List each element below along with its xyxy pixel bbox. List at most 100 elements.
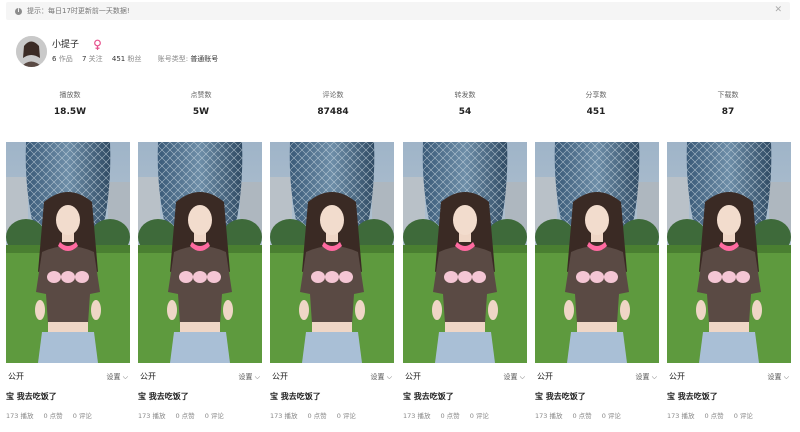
- metric-shares: 分享数 451: [546, 90, 646, 117]
- comment-count: 0 评论: [336, 412, 356, 420]
- settings-dropdown[interactable]: 设置 ⌵: [238, 372, 260, 382]
- play-count: 173 播放: [138, 412, 166, 420]
- comment-count: 0 评论: [733, 412, 753, 420]
- video-stats: 173 播放 0 点赞 0 评论: [6, 410, 102, 420]
- video-card[interactable]: 公开 设置 ⌵ 宝 我去吃饭了 173 播放 0 点赞 0 评论: [6, 142, 130, 422]
- metric-value: 54: [458, 107, 472, 117]
- comment-count: 0 评论: [204, 412, 224, 420]
- chevron-down-icon: ⌵: [651, 373, 657, 381]
- video-title: 宝 我去吃饭了: [667, 392, 718, 401]
- video-thumbnail[interactable]: [6, 142, 130, 363]
- video-card[interactable]: 公开 设置 ⌵ 宝 我去吃饭了 173 播放 0 点赞 0 评论: [667, 142, 791, 422]
- like-count: 0 点赞: [440, 412, 460, 420]
- like-count: 0 点赞: [307, 412, 327, 420]
- like-count: 0 点赞: [175, 412, 195, 420]
- metric-forwards: 转发数 54: [415, 90, 515, 117]
- visibility-status: 公开: [8, 372, 24, 381]
- settings-label: 设置: [503, 373, 518, 381]
- settings-label: 设置: [106, 373, 121, 381]
- metric-label: 分享数: [585, 91, 607, 99]
- chevron-down-icon: ⌵: [254, 373, 260, 381]
- video-title: 宝 我去吃饭了: [6, 392, 57, 401]
- metric-label: 评论数: [322, 91, 344, 99]
- profile-stats: 6 作品 7 关注 451 粉丝 账号类型: 普通账号: [52, 54, 218, 64]
- video-thumbnail[interactable]: [667, 142, 791, 363]
- video-thumbnail[interactable]: [535, 142, 659, 363]
- video-title: 宝 我去吃饭了: [535, 392, 586, 401]
- video-card[interactable]: 公开 设置 ⌵ 宝 我去吃饭了 173 播放 0 点赞 0 评论: [138, 142, 262, 422]
- metric-value: 87484: [317, 107, 349, 117]
- metric-value: 451: [586, 107, 606, 117]
- video-title: 宝 我去吃饭了: [138, 392, 189, 401]
- video-stats: 173 播放 0 点赞 0 评论: [138, 410, 234, 420]
- chevron-down-icon: ⌵: [783, 373, 789, 381]
- username: 小提子: [52, 40, 80, 50]
- visibility-status: 公开: [669, 372, 685, 381]
- metric-value: 87: [721, 107, 735, 117]
- settings-dropdown[interactable]: 设置 ⌵: [503, 372, 525, 382]
- video-thumbnail[interactable]: [403, 142, 527, 363]
- settings-dropdown[interactable]: 设置 ⌵: [767, 372, 789, 382]
- settings-dropdown[interactable]: 设置 ⌵: [635, 372, 657, 382]
- info-icon: i: [15, 7, 22, 15]
- video-stats: 173 播放 0 点赞 0 评论: [667, 410, 763, 420]
- comment-count: 0 评论: [469, 412, 489, 420]
- metric-value: 18.5W: [53, 107, 87, 117]
- notice-bar: i 提示：每日17时更新前一天数据! ✕: [6, 2, 790, 20]
- settings-label: 设置: [635, 373, 650, 381]
- metric-label: 下载数: [717, 91, 739, 99]
- comment-count: 0 评论: [601, 412, 621, 420]
- followers-count: 451: [111, 55, 126, 63]
- video-card[interactable]: 公开 设置 ⌵ 宝 我去吃饭了 173 播放 0 点赞 0 评论: [535, 142, 659, 422]
- followers-label: 粉丝: [127, 55, 142, 63]
- metric-likes: 点赞数 5W: [151, 90, 251, 117]
- metric-label: 转发数: [454, 91, 476, 99]
- video-card[interactable]: 公开 设置 ⌵ 宝 我去吃饭了 173 播放 0 点赞 0 评论: [270, 142, 394, 422]
- female-icon: [93, 36, 102, 55]
- account-type-label: 账号类型:: [157, 55, 189, 63]
- avatar[interactable]: [16, 36, 47, 67]
- chevron-down-icon: ⌵: [386, 373, 392, 381]
- visibility-status: 公开: [140, 372, 156, 381]
- metric-label: 点赞数: [190, 91, 212, 99]
- video-title: 宝 我去吃饭了: [403, 392, 454, 401]
- works-label: 作品: [58, 55, 73, 63]
- following-label: 关注: [88, 55, 103, 63]
- settings-label: 设置: [370, 373, 385, 381]
- video-title: 宝 我去吃饭了: [270, 392, 321, 401]
- like-count: 0 点赞: [572, 412, 592, 420]
- video-stats: 173 播放 0 点赞 0 评论: [270, 410, 366, 420]
- visibility-status: 公开: [537, 372, 553, 381]
- settings-dropdown[interactable]: 设置 ⌵: [106, 372, 128, 382]
- video-thumbnail[interactable]: [138, 142, 262, 363]
- chevron-down-icon: ⌵: [519, 373, 525, 381]
- like-count: 0 点赞: [704, 412, 724, 420]
- video-thumbnail[interactable]: [270, 142, 394, 363]
- video-card[interactable]: 公开 设置 ⌵ 宝 我去吃饭了 173 播放 0 点赞 0 评论: [403, 142, 527, 422]
- visibility-status: 公开: [272, 372, 288, 381]
- metric-label: 播放数: [59, 91, 81, 99]
- following-count: 7: [81, 55, 87, 63]
- visibility-status: 公开: [405, 372, 421, 381]
- play-count: 173 播放: [535, 412, 563, 420]
- account-type-value: 普通账号: [190, 55, 219, 63]
- comment-count: 0 评论: [72, 412, 92, 420]
- play-count: 173 播放: [270, 412, 298, 420]
- close-icon[interactable]: ✕: [774, 5, 782, 15]
- works-count: 6: [52, 55, 57, 63]
- settings-label: 设置: [767, 373, 782, 381]
- like-count: 0 点赞: [43, 412, 63, 420]
- metric-comments: 评论数 87484: [283, 90, 383, 117]
- play-count: 173 播放: [403, 412, 431, 420]
- chevron-down-icon: ⌵: [122, 373, 128, 381]
- settings-dropdown[interactable]: 设置 ⌵: [370, 372, 392, 382]
- metrics-row: 播放数 18.5W 点赞数 5W 评论数 87484 转发数 54 分享数 45…: [0, 90, 800, 120]
- play-count: 173 播放: [667, 412, 695, 420]
- video-stats: 173 播放 0 点赞 0 评论: [535, 410, 631, 420]
- settings-label: 设置: [238, 373, 253, 381]
- metric-value: 5W: [192, 107, 210, 117]
- metric-plays: 播放数 18.5W: [20, 90, 120, 117]
- notice-text: 提示：每日17时更新前一天数据!: [27, 7, 130, 15]
- metric-downloads: 下载数 87: [678, 90, 778, 117]
- play-count: 173 播放: [6, 412, 34, 420]
